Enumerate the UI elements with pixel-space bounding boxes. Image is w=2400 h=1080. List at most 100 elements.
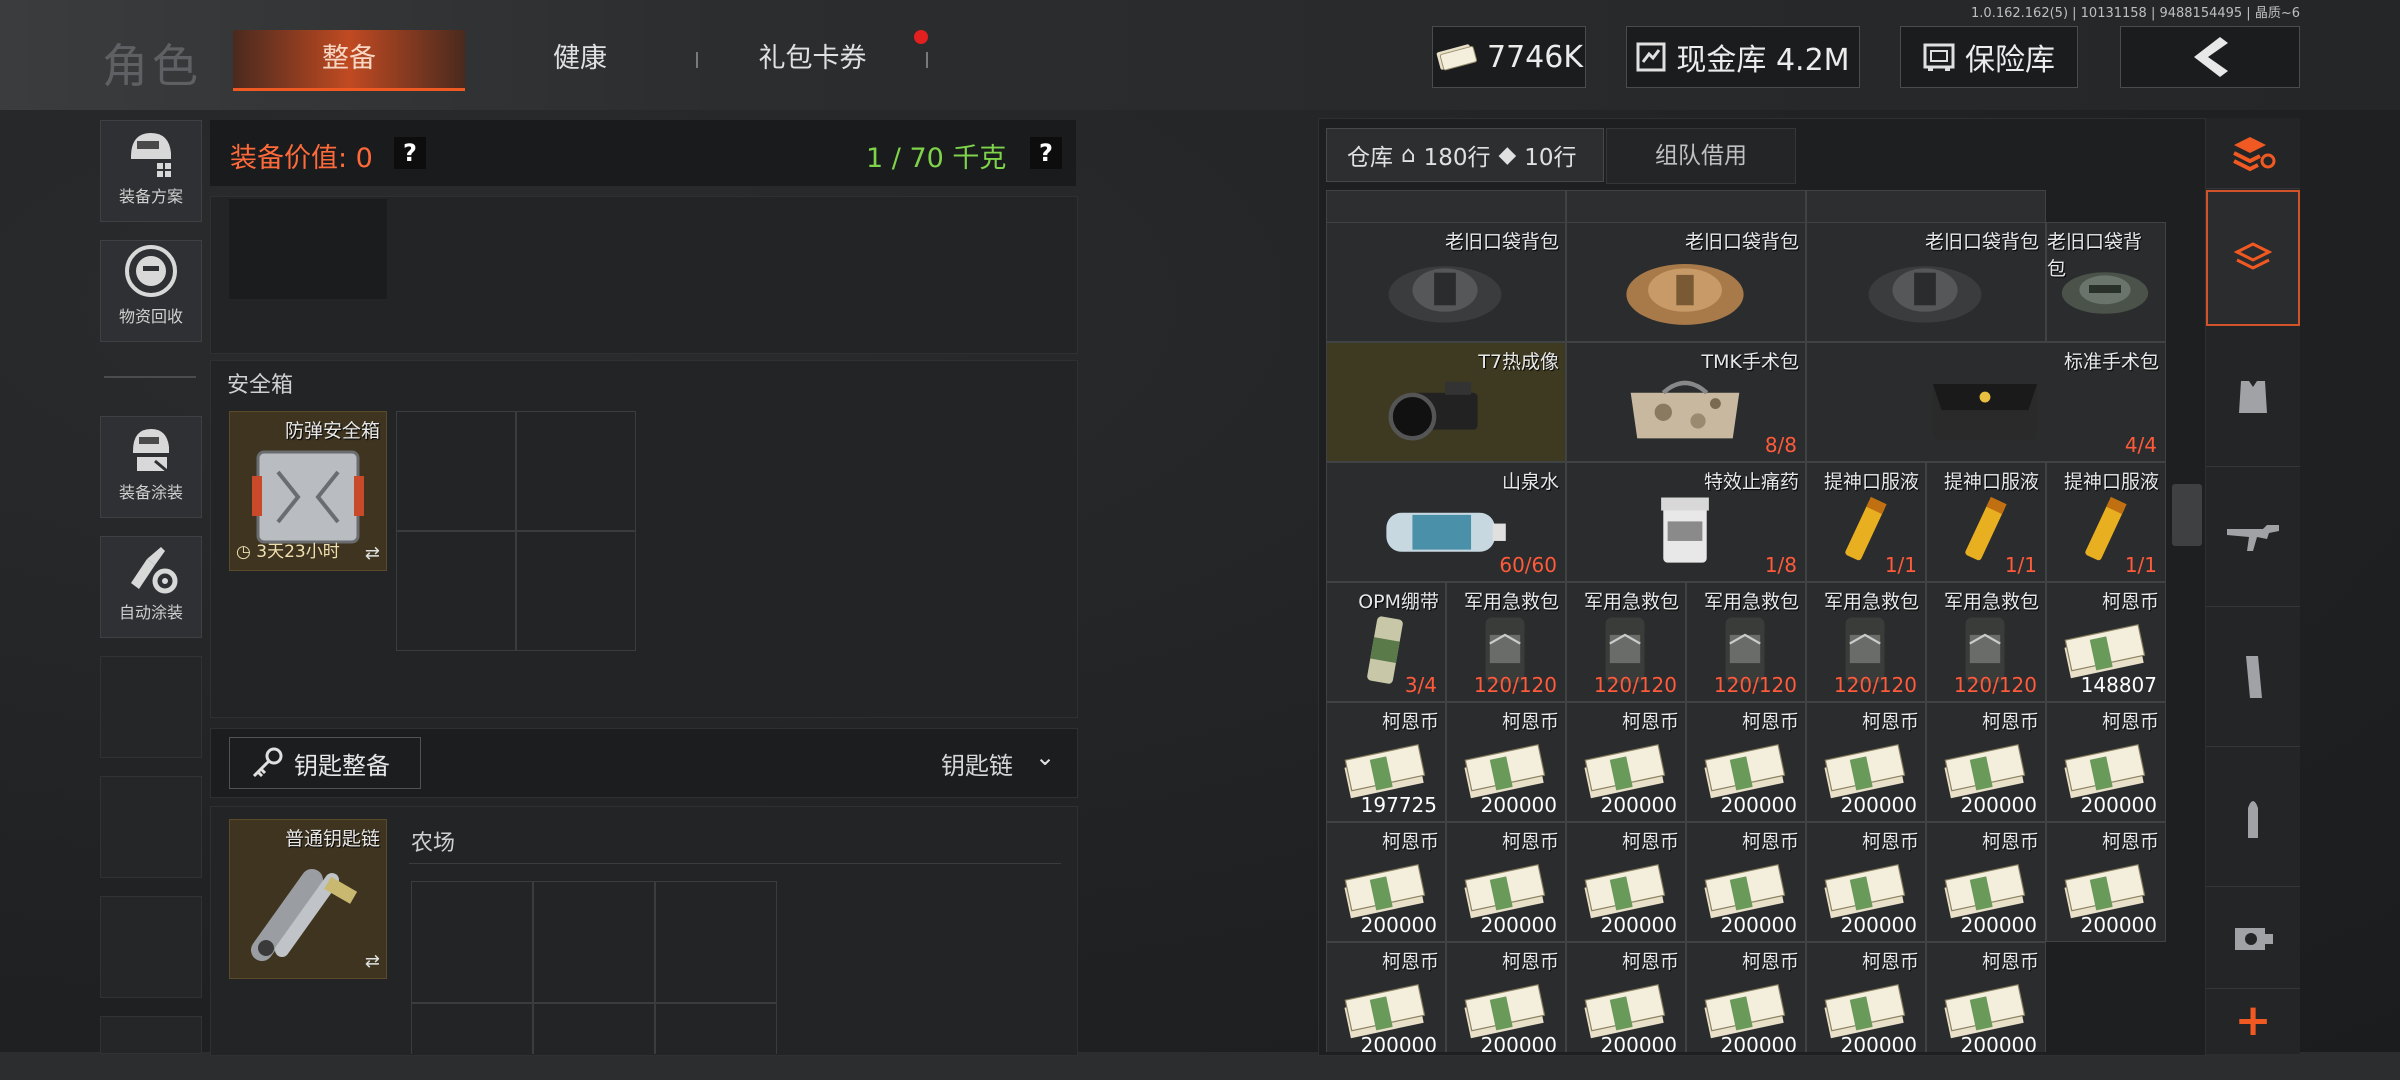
storage-item-name: T7热成像 xyxy=(1478,351,1559,373)
key-grid-cell[interactable] xyxy=(411,881,533,1003)
rail-all-button[interactable] xyxy=(2206,190,2300,326)
storage-item[interactable]: 老旧口袋背包 xyxy=(1566,222,1806,342)
storage-item[interactable]: 柯恩币 200000 xyxy=(1926,822,2046,942)
storage-item[interactable]: 柯恩币 200000 xyxy=(1326,822,1446,942)
storage-item-count: 200000 xyxy=(1600,913,1677,937)
storage-item[interactable]: TMK手术包 8/8 xyxy=(1566,342,1806,462)
safebox-timer-row: ◷ 3天23小时 xyxy=(236,537,340,562)
storage-item-name: 标准手术包 xyxy=(2063,351,2159,373)
bag-dark-icon xyxy=(1337,251,1553,327)
storage-item[interactable]: 标准手术包 4/4 xyxy=(1806,342,2166,462)
storage-item[interactable]: 柯恩币 200000 xyxy=(1926,702,2046,822)
key-grid-cell[interactable] xyxy=(533,881,655,1003)
storage-item-name: 柯恩币 xyxy=(1981,951,2039,973)
storage-item[interactable]: 柯恩币 200000 xyxy=(1686,822,1806,942)
storage-item[interactable]: 老旧口袋背包 xyxy=(1806,222,2046,342)
weight-help-button[interactable]: ? xyxy=(1030,137,1062,169)
storage-item[interactable]: 柯恩币 200000 xyxy=(1806,702,1926,822)
storage-item-name: 柯恩币 xyxy=(1981,831,2039,853)
storage-item-partial[interactable] xyxy=(1806,190,2046,224)
storage-item[interactable]: 柯恩币 148807 xyxy=(2046,582,2166,702)
storage-item[interactable]: OPM绷带 3/4 xyxy=(1326,582,1446,702)
key-grid-cell[interactable] xyxy=(655,1003,777,1054)
key-grid-cell[interactable] xyxy=(411,1003,533,1054)
storage-item[interactable]: 军用急救包 120/120 xyxy=(1686,582,1806,702)
storage-item[interactable]: 柯恩币 200000 xyxy=(1446,942,1566,1052)
safebox-grid-cell[interactable] xyxy=(516,411,636,531)
equipment-paint-button[interactable]: 装备涂装 xyxy=(100,416,202,518)
tab-health[interactable]: 健康 xyxy=(470,30,690,88)
storage-item[interactable]: 柯恩币 200000 xyxy=(1806,942,1926,1052)
rail-add-button[interactable]: + xyxy=(2206,990,2300,1052)
storage-scrollbar[interactable] xyxy=(2172,484,2202,546)
equipment-plan-button[interactable]: 装备方案 xyxy=(100,120,202,222)
safebox-title: 安全箱 xyxy=(227,373,294,398)
storage-item-name: OPM绷带 xyxy=(1358,591,1439,613)
tab-equipment[interactable]: 整备 xyxy=(233,30,465,91)
storage-item[interactable]: 柯恩币 200000 xyxy=(1566,942,1686,1052)
storage-item[interactable]: 老旧口袋背包 xyxy=(2046,222,2166,342)
cash-display[interactable]: 7746K xyxy=(1432,26,1586,88)
vest-icon xyxy=(2239,381,2267,413)
safebox-grid-cell[interactable] xyxy=(516,531,636,651)
cash-vault-button[interactable]: 现金库 4.2M xyxy=(1626,26,1860,88)
storage-item[interactable]: 柯恩币 200000 xyxy=(1446,822,1566,942)
back-button[interactable] xyxy=(2120,26,2300,88)
storage-item-partial[interactable] xyxy=(1566,190,1806,224)
storage-item[interactable]: 柯恩币 200000 xyxy=(2046,822,2166,942)
safebox-grid-cell[interactable] xyxy=(396,411,516,531)
storage-item[interactable]: 山泉水 60/60 xyxy=(1326,462,1566,582)
storage-item[interactable]: 特效止痛药 1/8 xyxy=(1566,462,1806,582)
tab-warehouse[interactable]: 仓库 ⌂ 180行 ◆ 10行 xyxy=(1326,128,1604,182)
storage-item-name: 柯恩币 xyxy=(1741,831,1799,853)
swap-icon[interactable]: ⇄ xyxy=(365,951,380,972)
storage-item[interactable]: 柯恩币 200000 xyxy=(1566,702,1686,822)
safebox-item[interactable]: 防弹安全箱 ◷ 3天23小时 ⇄ xyxy=(229,411,387,571)
key-prep-button[interactable]: 钥匙整备 xyxy=(229,737,421,789)
rail-attachment-button[interactable] xyxy=(2206,888,2300,989)
tab-gift-cards[interactable]: 礼包卡券 xyxy=(700,30,925,88)
storage-item[interactable]: 柯恩币 200000 xyxy=(1806,822,1926,942)
storage-item[interactable]: 军用急救包 120/120 xyxy=(1566,582,1686,702)
rail-weapon-button[interactable] xyxy=(2206,468,2300,607)
tab-team-borrow[interactable]: 组队借用 xyxy=(1606,128,1796,184)
storage-item[interactable]: 提神口服液 1/1 xyxy=(2046,462,2166,582)
storage-item-count: 60/60 xyxy=(1499,553,1557,577)
swap-icon[interactable]: ⇄ xyxy=(365,543,380,564)
storage-item-partial[interactable] xyxy=(1326,190,1566,224)
storage-item[interactable]: 军用急救包 120/120 xyxy=(1806,582,1926,702)
chevron-down-icon[interactable]: ⌄ xyxy=(1035,743,1055,771)
storage-item[interactable]: 柯恩币 197725 xyxy=(1326,702,1446,822)
supply-recycle-button[interactable]: 物资回收 xyxy=(100,240,202,342)
storage-item[interactable]: 柯恩币 200000 xyxy=(1686,942,1806,1052)
key-grid-cell[interactable] xyxy=(533,1003,655,1054)
storage-item-count: 200000 xyxy=(1480,913,1557,937)
equipment-slot[interactable] xyxy=(229,199,387,299)
storage-item-count: 3/4 xyxy=(1404,673,1437,697)
storage-item[interactable]: 柯恩币 200000 xyxy=(2046,702,2166,822)
key-chain-item[interactable]: 普通钥匙链 ⇄ xyxy=(229,819,387,979)
auto-paint-button[interactable]: 自动涂装 xyxy=(100,536,202,638)
insurance-vault-button[interactable]: 保险库 xyxy=(1900,26,2078,88)
rail-armor-button[interactable] xyxy=(2206,328,2300,467)
storage-item[interactable]: 柯恩币 200000 xyxy=(1686,702,1806,822)
rail-ammo-button[interactable] xyxy=(2206,748,2300,887)
rail-sort-button[interactable] xyxy=(2206,118,2300,189)
storage-item[interactable]: 柯恩币 200000 xyxy=(1566,822,1686,942)
value-help-button[interactable]: ? xyxy=(394,137,426,169)
rail-magazine-button[interactable] xyxy=(2206,608,2300,747)
storage-item[interactable]: 提神口服液 1/1 xyxy=(1806,462,1926,582)
storage-item[interactable]: 老旧口袋背包 xyxy=(1326,222,1566,342)
storage-item[interactable]: 军用急救包 120/120 xyxy=(1926,582,2046,702)
storage-item[interactable]: T7热成像 xyxy=(1326,342,1566,462)
key-chain-dropdown-label[interactable]: 钥匙链 xyxy=(941,746,1013,781)
storage-item[interactable]: 柯恩币 200000 xyxy=(1326,942,1446,1052)
key-grid-cell[interactable] xyxy=(655,881,777,1003)
sidebar-divider xyxy=(104,376,196,378)
storage-item[interactable]: 柯恩币 200000 xyxy=(1926,942,2046,1052)
storage-item-count: 120/120 xyxy=(1593,673,1677,697)
storage-item[interactable]: 柯恩币 200000 xyxy=(1446,702,1566,822)
storage-item[interactable]: 提神口服液 1/1 xyxy=(1926,462,2046,582)
storage-item[interactable]: 军用急救包 120/120 xyxy=(1446,582,1566,702)
safebox-grid-cell[interactable] xyxy=(396,531,516,651)
